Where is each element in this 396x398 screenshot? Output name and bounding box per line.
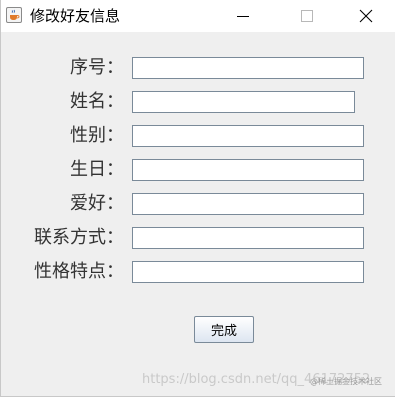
personality-label: 性格特点：: [34, 261, 124, 282]
form-row-hobby: 爱好：: [2, 192, 395, 216]
form-row-name: 姓名：: [2, 90, 395, 114]
form-row-personality: 性格特点：: [2, 260, 395, 284]
gender-field[interactable]: [132, 125, 364, 147]
close-icon: [359, 9, 373, 23]
personality-field[interactable]: [132, 261, 364, 283]
hobby-label: 爱好：: [70, 193, 124, 214]
minimize-button[interactable]: [220, 0, 266, 32]
watermark-tag: @稀土掘金技术社区: [310, 377, 382, 386]
form-row-birthday: 生日：: [2, 158, 395, 182]
hobby-field[interactable]: [132, 193, 364, 215]
form-row-id: 序号：: [2, 56, 395, 80]
form-row-gender: 性别：: [2, 124, 395, 148]
birthday-field[interactable]: [132, 159, 364, 181]
form-panel: 序号： 姓名： 性别： 生日： 爱好： 联系方式： 性格特点： 完成: [2, 32, 395, 396]
gender-label: 性别：: [70, 125, 124, 146]
minimize-icon: [237, 16, 249, 17]
id-label: 序号：: [70, 57, 124, 78]
window-title: 修改好友信息: [30, 7, 121, 25]
done-button[interactable]: 完成: [194, 316, 254, 343]
close-button[interactable]: [343, 0, 389, 32]
dialog-window: 修改好友信息 序号： 姓名： 性别： 生日： 爱好： 联系方式： 性格特点： 完…: [0, 0, 396, 397]
maximize-button[interactable]: [284, 0, 330, 32]
id-field[interactable]: [132, 57, 364, 79]
title-bar[interactable]: 修改好友信息: [1, 0, 396, 32]
java-cup-icon: [6, 7, 22, 23]
contact-field[interactable]: [132, 227, 364, 249]
name-label: 姓名：: [70, 91, 124, 112]
contact-label: 联系方式：: [34, 227, 124, 248]
birthday-label: 生日：: [70, 159, 124, 180]
name-field[interactable]: [132, 91, 355, 113]
form-row-contact: 联系方式：: [2, 226, 395, 250]
maximize-icon: [301, 10, 313, 22]
